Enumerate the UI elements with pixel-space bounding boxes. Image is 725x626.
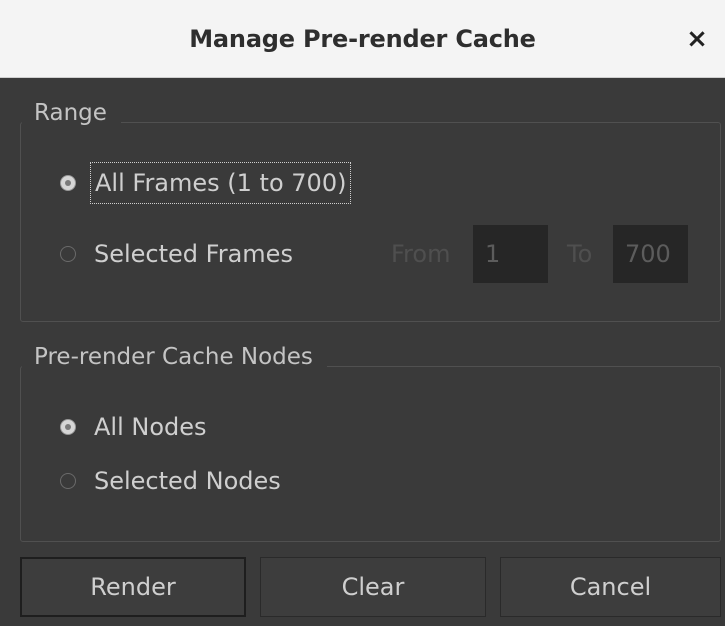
title-bar: Manage Pre-render Cache × <box>0 0 725 78</box>
cache-nodes-group <box>20 366 721 542</box>
cache-nodes-group-title: Pre-render Cache Nodes <box>22 342 327 372</box>
selected-nodes-label[interactable]: Selected Nodes <box>90 461 285 501</box>
from-field[interactable]: 1 <box>473 225 548 283</box>
all-nodes-radio[interactable] <box>60 419 76 435</box>
all-frames-option[interactable]: All Frames (1 to 700) <box>60 162 352 204</box>
dialog-title: Manage Pre-render Cache <box>189 25 536 53</box>
selected-nodes-radio[interactable] <box>60 473 76 489</box>
clear-button[interactable]: Clear <box>260 557 486 617</box>
to-label: To <box>567 240 593 268</box>
selected-frames-option[interactable]: Selected Frames <box>60 234 297 274</box>
cancel-button[interactable]: Cancel <box>500 557 721 617</box>
all-nodes-option[interactable]: All Nodes <box>60 407 211 447</box>
close-icon[interactable]: × <box>679 21 715 57</box>
render-button[interactable]: Render <box>20 557 246 617</box>
all-nodes-label[interactable]: All Nodes <box>90 407 211 447</box>
selected-frames-radio[interactable] <box>60 246 76 262</box>
range-group-title: Range <box>22 98 121 128</box>
selected-frames-label[interactable]: Selected Frames <box>90 234 297 274</box>
to-field[interactable]: 700 <box>613 225 688 283</box>
selected-nodes-option[interactable]: Selected Nodes <box>60 461 285 501</box>
all-frames-radio[interactable] <box>60 175 76 191</box>
range-group <box>20 122 721 322</box>
dialog-body: Range All Frames (1 to 700) Selected Fra… <box>0 78 725 626</box>
from-label: From <box>391 240 451 268</box>
all-frames-label[interactable]: All Frames (1 to 700) <box>90 162 352 204</box>
